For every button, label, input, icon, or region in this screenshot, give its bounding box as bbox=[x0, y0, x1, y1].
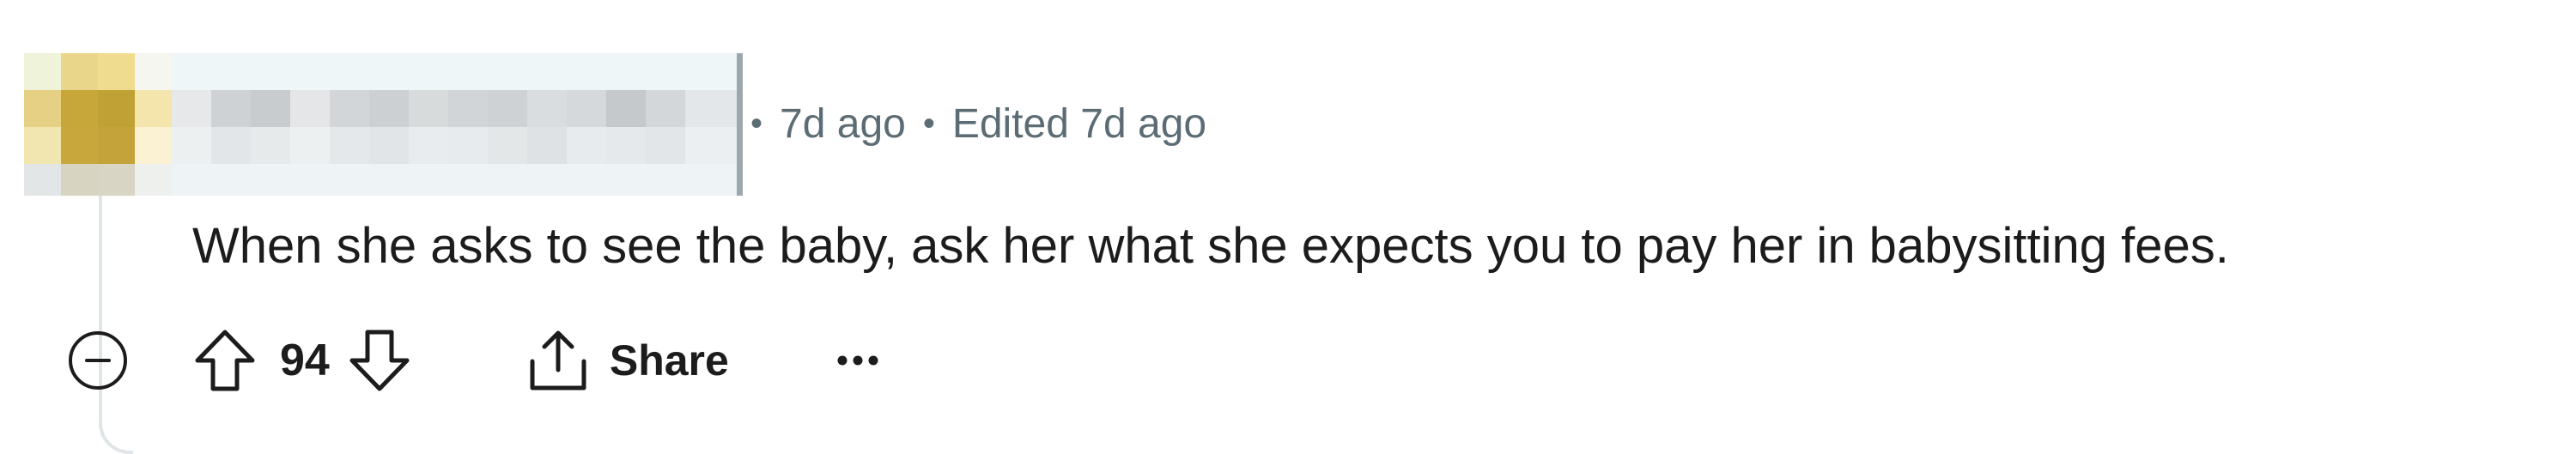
redaction-edge bbox=[737, 53, 743, 196]
meta-separator: • bbox=[922, 104, 935, 142]
share-button[interactable]: Share bbox=[527, 326, 729, 395]
more-options-button[interactable] bbox=[832, 326, 884, 395]
comment-body: When she asks to see the baby, ask her w… bbox=[192, 218, 2229, 274]
upvote-button[interactable] bbox=[191, 326, 259, 395]
upvote-arrow-icon bbox=[195, 330, 255, 391]
redacted-author-block bbox=[24, 53, 743, 196]
comment-actions: 94 Share bbox=[67, 326, 884, 395]
comment-meta: • 7d ago • Edited 7d ago bbox=[750, 98, 1206, 149]
share-icon bbox=[530, 330, 586, 390]
downvote-arrow-icon bbox=[349, 330, 410, 391]
collapse-minus-icon bbox=[69, 331, 127, 390]
vote-group: 94 bbox=[191, 326, 414, 395]
share-label: Share bbox=[609, 336, 729, 384]
thread-line-curve bbox=[99, 403, 133, 454]
collapse-button[interactable] bbox=[67, 330, 129, 391]
more-dots-icon bbox=[837, 355, 878, 366]
vote-count: 94 bbox=[280, 336, 330, 385]
edited-timestamp: Edited 7d ago bbox=[951, 100, 1207, 147]
comment-timestamp[interactable]: 7d ago bbox=[780, 100, 906, 148]
downvote-button[interactable] bbox=[345, 326, 414, 395]
meta-separator: • bbox=[750, 104, 763, 142]
